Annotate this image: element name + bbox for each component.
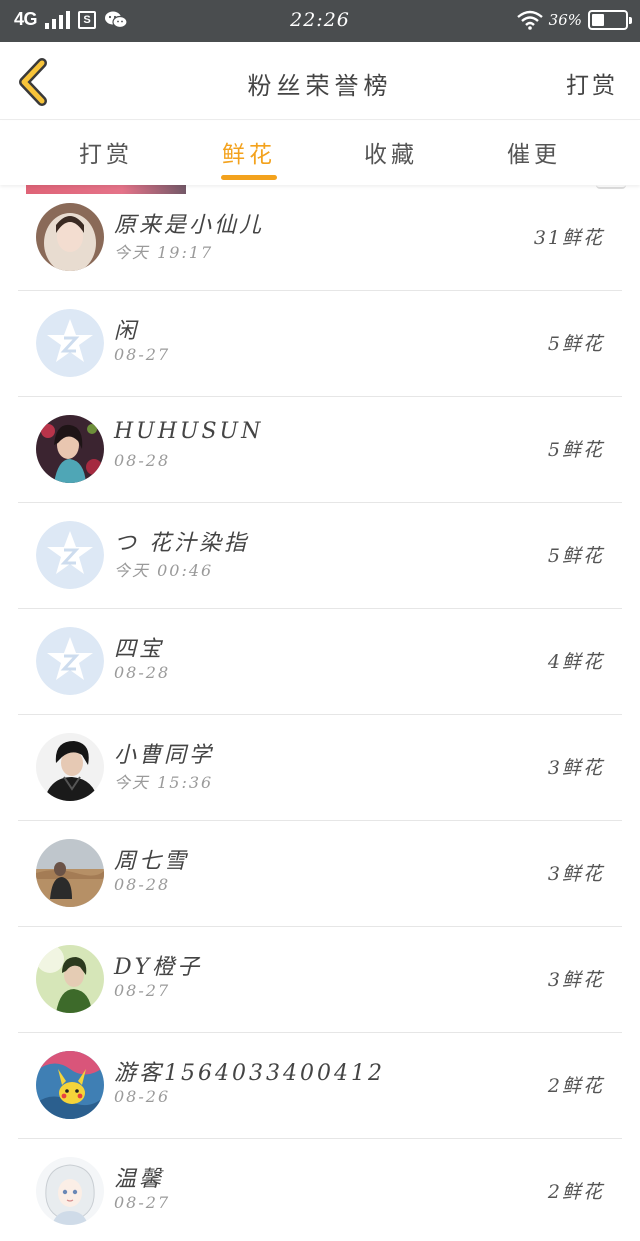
avatar[interactable] bbox=[36, 839, 104, 907]
fan-name: 小曹同学 bbox=[114, 743, 215, 768]
battery-percent: 36% bbox=[548, 11, 582, 29]
fan-date: 08-28 bbox=[114, 663, 171, 682]
default-avatar-icon bbox=[36, 627, 104, 695]
tab-label: 鲜花 bbox=[222, 142, 276, 168]
flower-count: 4鲜花 bbox=[547, 651, 604, 673]
active-tab-indicator bbox=[221, 175, 277, 180]
tab-collect[interactable]: 收藏 bbox=[331, 135, 451, 183]
tab-bar: 打赏 鲜花 收藏 催更 bbox=[0, 121, 640, 185]
avatar[interactable] bbox=[36, 521, 104, 589]
status-right: 36% bbox=[516, 10, 632, 30]
flower-count: 2鲜花 bbox=[547, 1075, 604, 1097]
fan-date: 08-28 bbox=[114, 875, 171, 894]
page-title: 粉丝荣誉榜 bbox=[247, 72, 393, 100]
fan-date: 08-28 bbox=[114, 451, 171, 470]
tab-flowers[interactable]: 鲜花 bbox=[189, 135, 309, 183]
list-item[interactable]: 小曹同学 今天 15:36 3鲜花 bbox=[18, 715, 622, 821]
avatar-image bbox=[36, 945, 104, 1013]
tab-urge[interactable]: 催更 bbox=[474, 135, 594, 183]
fan-date: 08-27 bbox=[114, 981, 171, 1000]
avatar[interactable] bbox=[36, 203, 104, 271]
default-avatar-icon bbox=[36, 309, 104, 377]
flower-count: 2鲜花 bbox=[547, 1181, 604, 1203]
avatar-image bbox=[36, 415, 104, 483]
list-item[interactable]: 游客1564033400412 08-26 2鲜花 bbox=[18, 1033, 622, 1139]
list-item[interactable]: 闲 08-27 5鲜花 bbox=[18, 291, 622, 397]
flower-count: 3鲜花 bbox=[547, 969, 604, 991]
avatar-image bbox=[36, 733, 104, 801]
fan-name: 周七雪 bbox=[114, 849, 190, 874]
fan-name: 游客1564033400412 bbox=[114, 1061, 385, 1086]
list-item[interactable]: つ 花汁染指 今天 00:46 5鲜花 bbox=[18, 503, 622, 609]
fan-date: 08-26 bbox=[114, 1087, 171, 1106]
avatar[interactable] bbox=[36, 415, 104, 483]
reward-button[interactable]: 打赏 bbox=[566, 66, 618, 100]
avatar[interactable] bbox=[36, 627, 104, 695]
tab-label: 打赏 bbox=[79, 142, 133, 168]
tab-label: 催更 bbox=[507, 142, 561, 168]
list-item[interactable]: 周七雪 08-28 3鲜花 bbox=[18, 821, 622, 927]
default-avatar-icon bbox=[36, 521, 104, 589]
fan-date: 今天 19:17 bbox=[114, 243, 214, 262]
fan-date: 今天 15:36 bbox=[114, 773, 214, 792]
fan-name: HUHUSUN bbox=[114, 419, 264, 444]
fan-name: 闲 bbox=[114, 319, 140, 344]
flower-count: 5鲜花 bbox=[547, 333, 604, 355]
tab-label: 收藏 bbox=[364, 142, 418, 168]
nav-header: 粉丝荣誉榜 打赏 bbox=[0, 42, 640, 120]
list-item[interactable]: 温馨 08-27 2鲜花 bbox=[18, 1139, 622, 1241]
battery-icon bbox=[588, 10, 632, 30]
avatar-image bbox=[36, 1157, 104, 1225]
flower-count: 3鲜花 bbox=[547, 863, 604, 885]
fan-name: 四宝 bbox=[114, 637, 165, 662]
avatar[interactable] bbox=[36, 1051, 104, 1119]
flower-count: 5鲜花 bbox=[547, 439, 604, 461]
flower-count: 31鲜花 bbox=[533, 227, 604, 249]
avatar[interactable] bbox=[36, 309, 104, 377]
status-bar: 4G S 22:26 36% bbox=[0, 0, 640, 42]
list-item[interactable]: 原来是小仙儿 今天 19:17 31鲜花 bbox=[18, 185, 622, 291]
fan-name: DY橙子 bbox=[114, 955, 203, 980]
avatar[interactable] bbox=[36, 733, 104, 801]
list-item[interactable]: HUHUSUN 08-28 5鲜花 bbox=[18, 397, 622, 503]
wifi-icon bbox=[516, 10, 543, 30]
fan-name: 原来是小仙儿 bbox=[114, 213, 265, 238]
fan-name: 温馨 bbox=[114, 1167, 165, 1192]
fan-date: 08-27 bbox=[114, 1193, 171, 1212]
avatar[interactable] bbox=[36, 1157, 104, 1225]
tab-reward[interactable]: 打赏 bbox=[46, 135, 166, 183]
fan-name: つ 花汁染指 bbox=[114, 531, 249, 556]
list-item[interactable]: DY橙子 08-27 3鲜花 bbox=[18, 927, 622, 1033]
avatar-image bbox=[36, 839, 104, 907]
avatar-image bbox=[36, 1051, 104, 1119]
battery-fill bbox=[592, 14, 604, 26]
fan-date: 08-27 bbox=[114, 345, 171, 364]
flower-count: 5鲜花 bbox=[547, 545, 604, 567]
list-item[interactable]: 四宝 08-28 4鲜花 bbox=[18, 609, 622, 715]
avatar-image bbox=[36, 203, 104, 271]
flower-count: 3鲜花 bbox=[547, 757, 604, 779]
avatar[interactable] bbox=[36, 945, 104, 1013]
fan-date: 今天 00:46 bbox=[114, 561, 214, 580]
fan-list[interactable]: 原来是小仙儿 今天 19:17 31鲜花 闲 08-27 5鲜花 HUHUSUN… bbox=[0, 185, 640, 1241]
